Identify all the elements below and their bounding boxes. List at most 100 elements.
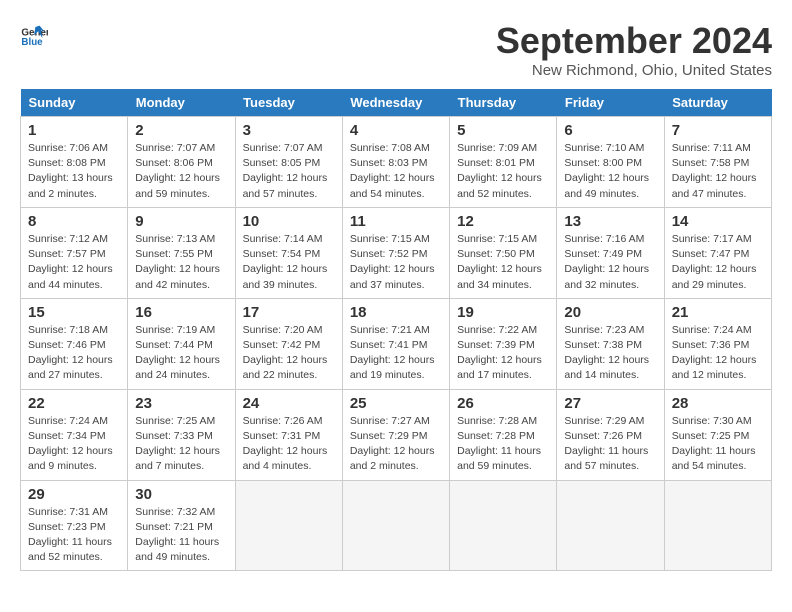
month-title: September 2024 [496, 20, 772, 62]
calendar-day-cell [450, 480, 557, 571]
weekday-header: Sunday [21, 89, 128, 117]
day-detail: Sunrise: 7:29 AM Sunset: 7:26 PM Dayligh… [564, 414, 656, 475]
day-detail: Sunrise: 7:18 AM Sunset: 7:46 PM Dayligh… [28, 323, 120, 384]
calendar-day-cell: 19 Sunrise: 7:22 AM Sunset: 7:39 PM Dayl… [450, 298, 557, 389]
day-number: 3 [243, 122, 335, 139]
day-number: 27 [564, 395, 656, 412]
day-number: 8 [28, 213, 120, 230]
calendar-day-cell: 10 Sunrise: 7:14 AM Sunset: 7:54 PM Dayl… [235, 207, 342, 298]
day-number: 15 [28, 304, 120, 321]
day-detail: Sunrise: 7:24 AM Sunset: 7:34 PM Dayligh… [28, 414, 120, 475]
day-number: 4 [350, 122, 442, 139]
day-detail: Sunrise: 7:07 AM Sunset: 8:06 PM Dayligh… [135, 141, 227, 202]
day-detail: Sunrise: 7:28 AM Sunset: 7:28 PM Dayligh… [457, 414, 549, 475]
location: New Richmond, Ohio, United States [496, 62, 772, 79]
calendar-week-row: 1 Sunrise: 7:06 AM Sunset: 8:08 PM Dayli… [21, 117, 772, 208]
day-detail: Sunrise: 7:08 AM Sunset: 8:03 PM Dayligh… [350, 141, 442, 202]
calendar-day-cell: 15 Sunrise: 7:18 AM Sunset: 7:46 PM Dayl… [21, 298, 128, 389]
day-detail: Sunrise: 7:06 AM Sunset: 8:08 PM Dayligh… [28, 141, 120, 202]
day-detail: Sunrise: 7:32 AM Sunset: 7:21 PM Dayligh… [135, 505, 227, 566]
day-detail: Sunrise: 7:20 AM Sunset: 7:42 PM Dayligh… [243, 323, 335, 384]
day-detail: Sunrise: 7:31 AM Sunset: 7:23 PM Dayligh… [28, 505, 120, 566]
calendar-day-cell: 5 Sunrise: 7:09 AM Sunset: 8:01 PM Dayli… [450, 117, 557, 208]
day-number: 26 [457, 395, 549, 412]
calendar-day-cell: 16 Sunrise: 7:19 AM Sunset: 7:44 PM Dayl… [128, 298, 235, 389]
calendar-day-cell: 7 Sunrise: 7:11 AM Sunset: 7:58 PM Dayli… [664, 117, 771, 208]
calendar-day-cell: 6 Sunrise: 7:10 AM Sunset: 8:00 PM Dayli… [557, 117, 664, 208]
day-number: 23 [135, 395, 227, 412]
day-detail: Sunrise: 7:26 AM Sunset: 7:31 PM Dayligh… [243, 414, 335, 475]
weekday-header: Wednesday [342, 89, 449, 117]
day-detail: Sunrise: 7:10 AM Sunset: 8:00 PM Dayligh… [564, 141, 656, 202]
day-number: 5 [457, 122, 549, 139]
day-number: 25 [350, 395, 442, 412]
day-detail: Sunrise: 7:11 AM Sunset: 7:58 PM Dayligh… [672, 141, 764, 202]
calendar-day-cell: 18 Sunrise: 7:21 AM Sunset: 7:41 PM Dayl… [342, 298, 449, 389]
page-header: General Blue September 2024 New Richmond… [20, 20, 772, 79]
day-number: 10 [243, 213, 335, 230]
day-number: 13 [564, 213, 656, 230]
day-detail: Sunrise: 7:23 AM Sunset: 7:38 PM Dayligh… [564, 323, 656, 384]
day-number: 30 [135, 486, 227, 503]
day-detail: Sunrise: 7:07 AM Sunset: 8:05 PM Dayligh… [243, 141, 335, 202]
weekday-header: Tuesday [235, 89, 342, 117]
calendar-day-cell: 2 Sunrise: 7:07 AM Sunset: 8:06 PM Dayli… [128, 117, 235, 208]
weekday-header: Monday [128, 89, 235, 117]
calendar-week-row: 8 Sunrise: 7:12 AM Sunset: 7:57 PM Dayli… [21, 207, 772, 298]
calendar-day-cell: 30 Sunrise: 7:32 AM Sunset: 7:21 PM Dayl… [128, 480, 235, 571]
calendar-day-cell: 22 Sunrise: 7:24 AM Sunset: 7:34 PM Dayl… [21, 389, 128, 480]
day-number: 24 [243, 395, 335, 412]
calendar-day-cell: 24 Sunrise: 7:26 AM Sunset: 7:31 PM Dayl… [235, 389, 342, 480]
calendar-day-cell [235, 480, 342, 571]
calendar-day-cell: 4 Sunrise: 7:08 AM Sunset: 8:03 PM Dayli… [342, 117, 449, 208]
weekday-header: Friday [557, 89, 664, 117]
day-detail: Sunrise: 7:27 AM Sunset: 7:29 PM Dayligh… [350, 414, 442, 475]
day-number: 12 [457, 213, 549, 230]
day-detail: Sunrise: 7:15 AM Sunset: 7:50 PM Dayligh… [457, 232, 549, 293]
day-detail: Sunrise: 7:24 AM Sunset: 7:36 PM Dayligh… [672, 323, 764, 384]
calendar-day-cell: 17 Sunrise: 7:20 AM Sunset: 7:42 PM Dayl… [235, 298, 342, 389]
logo-icon: General Blue [20, 20, 48, 48]
title-block: September 2024 New Richmond, Ohio, Unite… [496, 20, 772, 79]
calendar-day-cell [664, 480, 771, 571]
day-number: 9 [135, 213, 227, 230]
day-number: 21 [672, 304, 764, 321]
day-detail: Sunrise: 7:15 AM Sunset: 7:52 PM Dayligh… [350, 232, 442, 293]
day-number: 29 [28, 486, 120, 503]
calendar-day-cell: 23 Sunrise: 7:25 AM Sunset: 7:33 PM Dayl… [128, 389, 235, 480]
day-detail: Sunrise: 7:12 AM Sunset: 7:57 PM Dayligh… [28, 232, 120, 293]
day-detail: Sunrise: 7:19 AM Sunset: 7:44 PM Dayligh… [135, 323, 227, 384]
day-number: 14 [672, 213, 764, 230]
calendar-day-cell [342, 480, 449, 571]
day-number: 16 [135, 304, 227, 321]
calendar-day-cell: 1 Sunrise: 7:06 AM Sunset: 8:08 PM Dayli… [21, 117, 128, 208]
calendar-day-cell: 13 Sunrise: 7:16 AM Sunset: 7:49 PM Dayl… [557, 207, 664, 298]
day-number: 20 [564, 304, 656, 321]
calendar-day-cell: 27 Sunrise: 7:29 AM Sunset: 7:26 PM Dayl… [557, 389, 664, 480]
day-number: 11 [350, 213, 442, 230]
day-number: 7 [672, 122, 764, 139]
calendar-day-cell: 20 Sunrise: 7:23 AM Sunset: 7:38 PM Dayl… [557, 298, 664, 389]
day-number: 2 [135, 122, 227, 139]
svg-text:Blue: Blue [21, 37, 43, 48]
calendar-day-cell [557, 480, 664, 571]
day-number: 18 [350, 304, 442, 321]
calendar-week-row: 22 Sunrise: 7:24 AM Sunset: 7:34 PM Dayl… [21, 389, 772, 480]
calendar-day-cell: 14 Sunrise: 7:17 AM Sunset: 7:47 PM Dayl… [664, 207, 771, 298]
day-number: 19 [457, 304, 549, 321]
calendar-day-cell: 8 Sunrise: 7:12 AM Sunset: 7:57 PM Dayli… [21, 207, 128, 298]
calendar-day-cell: 29 Sunrise: 7:31 AM Sunset: 7:23 PM Dayl… [21, 480, 128, 571]
day-detail: Sunrise: 7:22 AM Sunset: 7:39 PM Dayligh… [457, 323, 549, 384]
day-detail: Sunrise: 7:14 AM Sunset: 7:54 PM Dayligh… [243, 232, 335, 293]
calendar-day-cell: 12 Sunrise: 7:15 AM Sunset: 7:50 PM Dayl… [450, 207, 557, 298]
calendar-day-cell: 25 Sunrise: 7:27 AM Sunset: 7:29 PM Dayl… [342, 389, 449, 480]
calendar-day-cell: 26 Sunrise: 7:28 AM Sunset: 7:28 PM Dayl… [450, 389, 557, 480]
day-detail: Sunrise: 7:13 AM Sunset: 7:55 PM Dayligh… [135, 232, 227, 293]
day-detail: Sunrise: 7:21 AM Sunset: 7:41 PM Dayligh… [350, 323, 442, 384]
calendar-day-cell: 3 Sunrise: 7:07 AM Sunset: 8:05 PM Dayli… [235, 117, 342, 208]
day-number: 28 [672, 395, 764, 412]
calendar-day-cell: 21 Sunrise: 7:24 AM Sunset: 7:36 PM Dayl… [664, 298, 771, 389]
day-detail: Sunrise: 7:16 AM Sunset: 7:49 PM Dayligh… [564, 232, 656, 293]
calendar-table: SundayMondayTuesdayWednesdayThursdayFrid… [20, 89, 772, 571]
calendar-week-row: 29 Sunrise: 7:31 AM Sunset: 7:23 PM Dayl… [21, 480, 772, 571]
